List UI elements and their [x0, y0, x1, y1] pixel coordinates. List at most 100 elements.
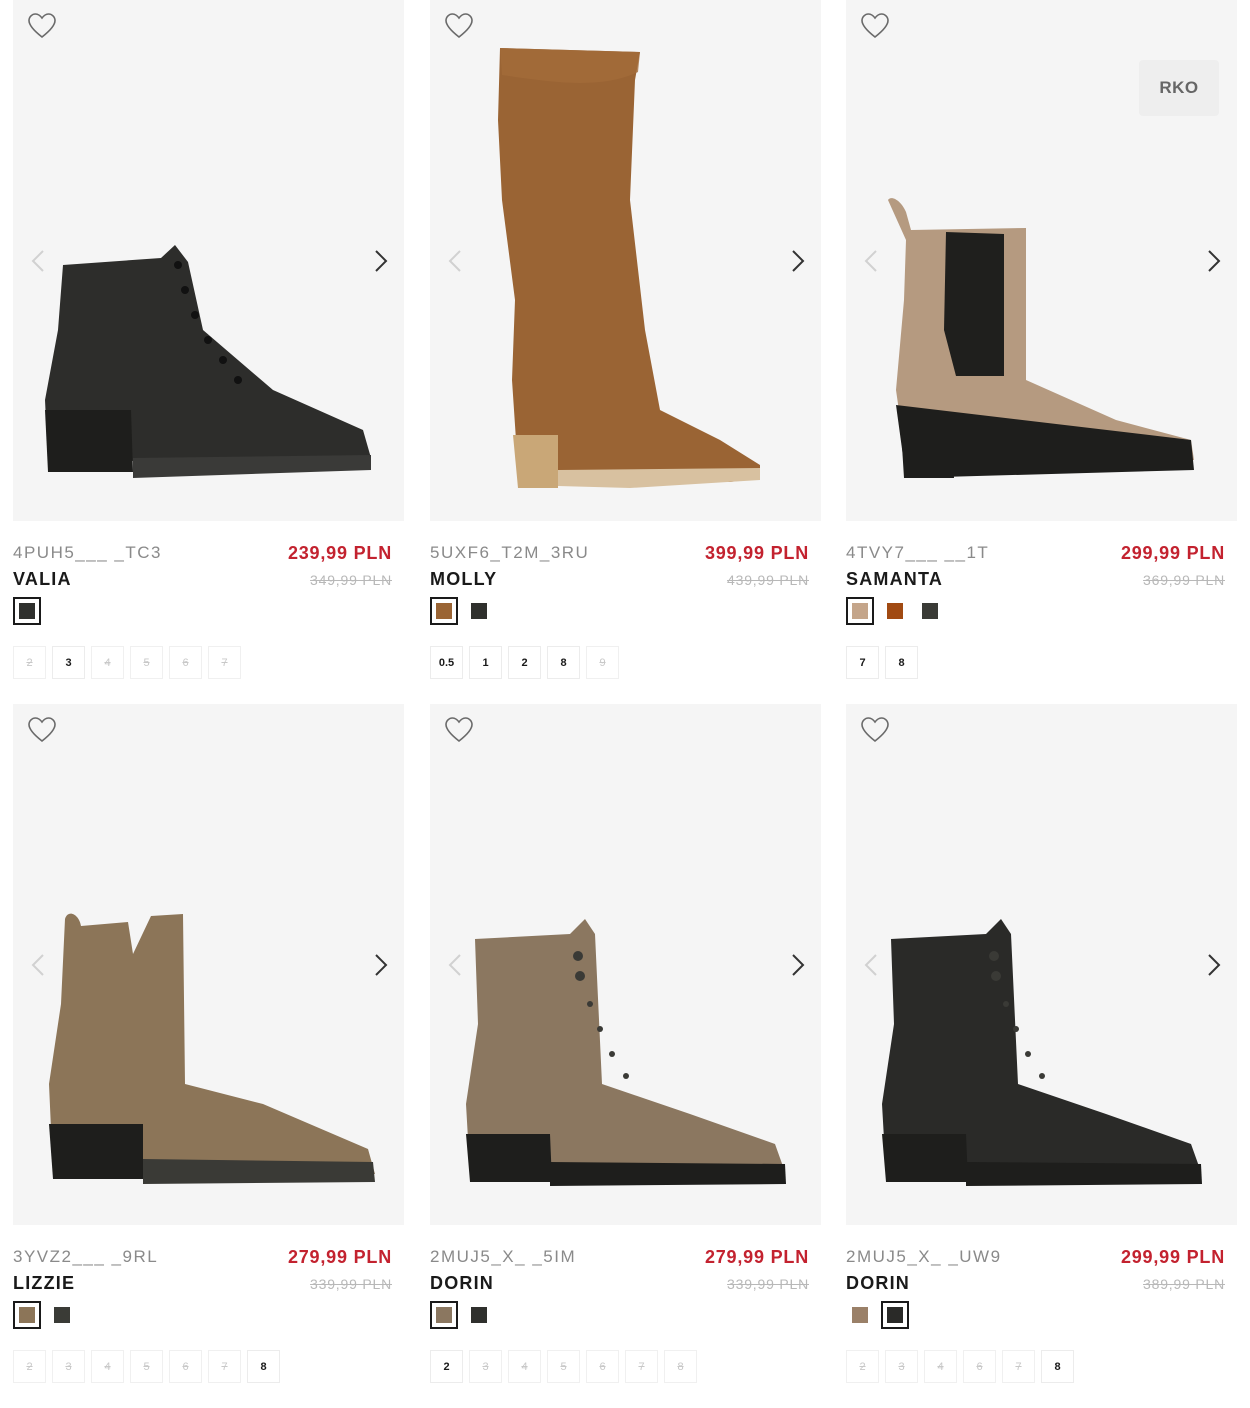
size-option[interactable]: 2 — [846, 1350, 879, 1383]
chevron-right-icon[interactable] — [370, 248, 390, 274]
product-card[interactable]: 2MUJ5_X_ _UW9 299,99 PLN DORIN 389,99 PL… — [846, 704, 1237, 1408]
heart-outline-icon[interactable] — [444, 716, 474, 744]
size-option[interactable]: 7 — [208, 646, 241, 679]
color-swatch[interactable] — [846, 597, 874, 625]
size-option[interactable]: 8 — [247, 1350, 280, 1383]
size-option[interactable]: 4 — [91, 646, 124, 679]
heart-outline-icon[interactable] — [444, 12, 474, 40]
color-swatch[interactable] — [465, 1301, 493, 1329]
size-option[interactable]: 7 — [846, 646, 879, 679]
color-swatches — [846, 1301, 909, 1329]
size-option[interactable]: 9 — [586, 646, 619, 679]
color-swatch[interactable] — [846, 1301, 874, 1329]
size-option[interactable]: 7 — [1002, 1350, 1035, 1383]
product-card[interactable]: 4PUH5___ _TC3 239,99 PLN VALIA 349,99 PL… — [13, 0, 404, 711]
chevron-left-icon[interactable] — [29, 248, 49, 274]
product-old-price: 369,99 PLN — [1143, 572, 1225, 588]
heart-outline-icon[interactable] — [27, 12, 57, 40]
product-old-price: 339,99 PLN — [310, 1276, 392, 1292]
size-option[interactable]: 3 — [885, 1350, 918, 1383]
product-price: 279,99 PLN — [287, 1247, 392, 1267]
size-option[interactable]: 3 — [469, 1350, 502, 1383]
heart-outline-icon[interactable] — [860, 12, 890, 40]
size-option[interactable]: 5 — [130, 1350, 163, 1383]
chevron-right-icon[interactable] — [787, 248, 807, 274]
color-swatch[interactable] — [465, 597, 493, 625]
size-option[interactable]: 0.5 — [430, 646, 463, 679]
size-option[interactable]: 6 — [169, 646, 202, 679]
chevron-left-icon[interactable] — [446, 248, 466, 274]
color-swatch[interactable] — [48, 1301, 76, 1329]
size-option[interactable]: 6 — [586, 1350, 619, 1383]
size-option[interactable]: 4 — [91, 1350, 124, 1383]
size-option[interactable]: 6 — [963, 1350, 996, 1383]
product-name[interactable]: MOLLY — [430, 569, 497, 590]
size-option[interactable]: 8 — [547, 646, 580, 679]
size-option[interactable]: 2 — [430, 1350, 463, 1383]
size-option[interactable]: 1 — [469, 646, 502, 679]
size-option[interactable]: 2 — [508, 646, 541, 679]
color-swatch[interactable] — [430, 1301, 458, 1329]
size-option[interactable]: 3 — [52, 646, 85, 679]
heart-outline-icon[interactable] — [27, 716, 57, 744]
product-card[interactable]: 3YVZ2___ _9RL 279,99 PLN LIZZIE 339,99 P… — [13, 704, 404, 1408]
product-image-container[interactable] — [430, 704, 821, 1225]
size-option[interactable]: 5 — [130, 646, 163, 679]
product-old-price: 349,99 PLN — [310, 572, 392, 588]
color-swatch[interactable] — [881, 597, 909, 625]
size-option[interactable]: 7 — [625, 1350, 658, 1383]
size-option[interactable]: 8 — [1041, 1350, 1074, 1383]
size-options: 2345678 — [13, 1350, 280, 1383]
chevron-right-icon[interactable] — [1203, 248, 1223, 274]
size-option[interactable]: 5 — [547, 1350, 580, 1383]
product-name[interactable]: DORIN — [430, 1273, 494, 1294]
product-name[interactable]: VALIA — [13, 569, 72, 590]
product-image-container[interactable] — [846, 704, 1237, 1225]
product-info: 4PUH5___ _TC3 239,99 PLN VALIA 349,99 PL… — [13, 521, 404, 711]
product-name[interactable]: SAMANTA — [846, 569, 943, 590]
chevron-left-icon[interactable] — [862, 952, 882, 978]
brand-badge: RKO — [1139, 60, 1219, 116]
product-info: 2MUJ5_X_ _UW9 299,99 PLN DORIN 389,99 PL… — [846, 1225, 1237, 1408]
product-price: 299,99 PLN — [1120, 543, 1225, 563]
chevron-left-icon[interactable] — [862, 248, 882, 274]
product-sku: 3YVZ2___ _9RL — [13, 1247, 159, 1266]
product-sku: 5UXF6_T2M_3RU — [430, 543, 590, 562]
product-name[interactable]: DORIN — [846, 1273, 910, 1294]
size-options: 78 — [846, 646, 918, 679]
heart-outline-icon[interactable] — [860, 716, 890, 744]
product-image-container[interactable] — [13, 704, 404, 1225]
size-option[interactable]: 7 — [208, 1350, 241, 1383]
size-option[interactable]: 8 — [664, 1350, 697, 1383]
size-option[interactable]: 2 — [13, 646, 46, 679]
color-swatch[interactable] — [881, 1301, 909, 1329]
size-option[interactable]: 4 — [924, 1350, 957, 1383]
product-info: 4TVY7___ __1T 299,99 PLN SAMANTA 369,99 … — [846, 521, 1237, 711]
product-image-container[interactable] — [430, 0, 821, 521]
product-card[interactable]: 5UXF6_T2M_3RU 399,99 PLN MOLLY 439,99 PL… — [430, 0, 821, 711]
product-image-container[interactable] — [13, 0, 404, 521]
product-info: 3YVZ2___ _9RL 279,99 PLN LIZZIE 339,99 P… — [13, 1225, 404, 1408]
size-option[interactable]: 3 — [52, 1350, 85, 1383]
product-image — [466, 919, 786, 1186]
product-card[interactable]: 2MUJ5_X_ _5IM 279,99 PLN DORIN 339,99 PL… — [430, 704, 821, 1408]
size-option[interactable]: 2 — [13, 1350, 46, 1383]
color-swatch[interactable] — [430, 597, 458, 625]
size-option[interactable]: 4 — [508, 1350, 541, 1383]
product-old-price: 439,99 PLN — [727, 572, 809, 588]
color-swatch[interactable] — [916, 597, 944, 625]
product-image — [882, 919, 1202, 1186]
product-image-container[interactable]: RKO — [846, 0, 1237, 521]
size-option[interactable]: 6 — [169, 1350, 202, 1383]
product-card[interactable]: RKO 4TVY7___ __1T 299,99 PLN SAMANTA 369… — [846, 0, 1237, 711]
chevron-right-icon[interactable] — [787, 952, 807, 978]
chevron-left-icon[interactable] — [446, 952, 466, 978]
chevron-right-icon[interactable] — [1203, 952, 1223, 978]
color-swatch[interactable] — [13, 597, 41, 625]
product-name[interactable]: LIZZIE — [13, 1273, 75, 1294]
chevron-right-icon[interactable] — [370, 952, 390, 978]
size-option[interactable]: 8 — [885, 646, 918, 679]
chevron-left-icon[interactable] — [29, 952, 49, 978]
color-swatch[interactable] — [13, 1301, 41, 1329]
color-swatches — [430, 1301, 493, 1329]
